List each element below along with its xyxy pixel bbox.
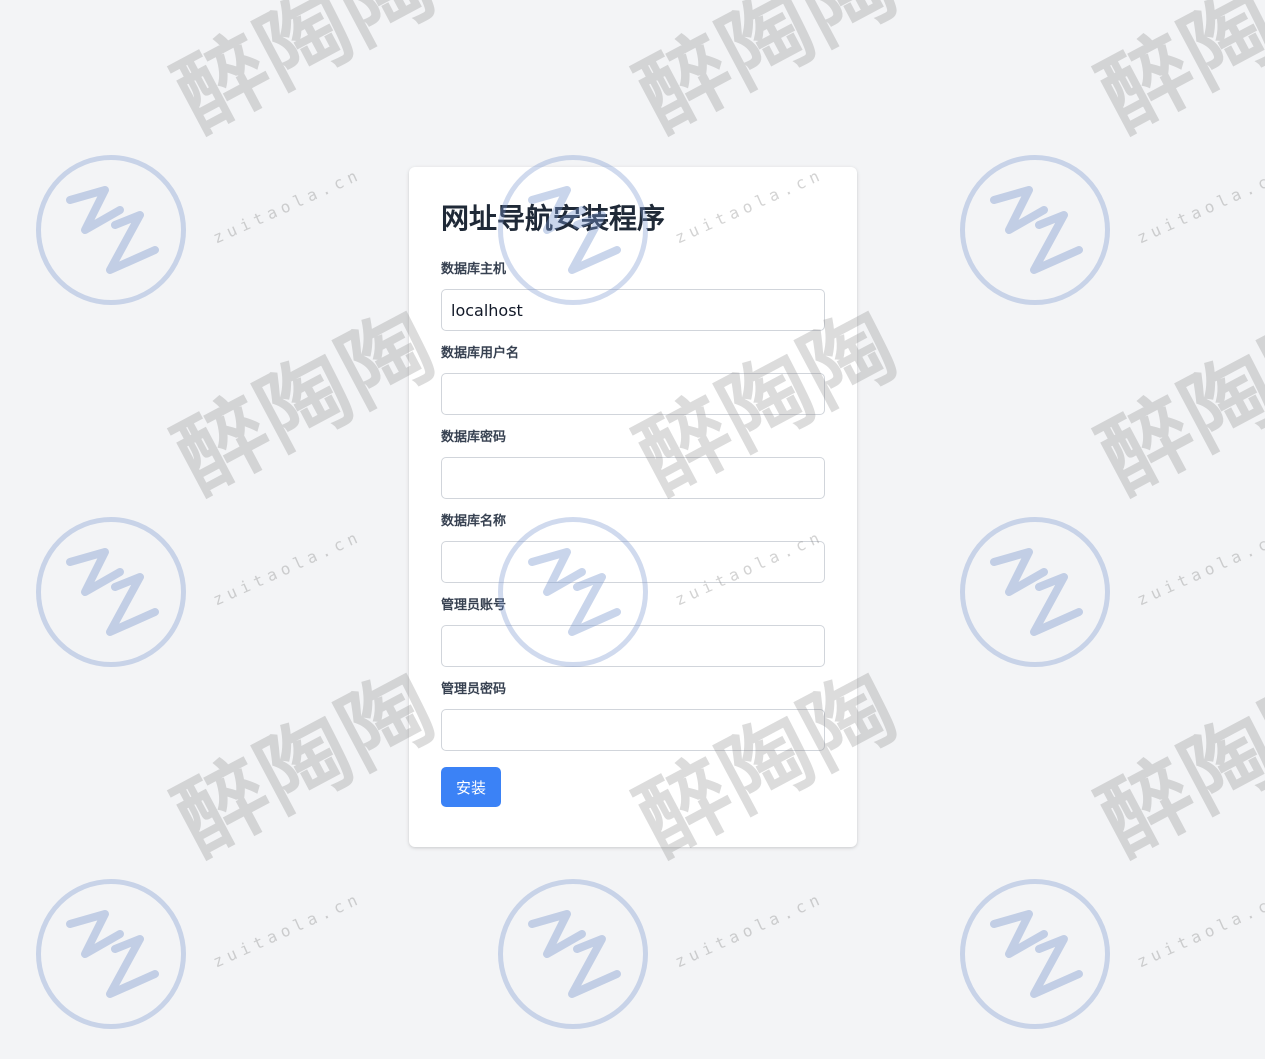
db-password-label: 数据库密码 (441, 430, 507, 445)
admin-password-label: 管理员密码 (441, 682, 507, 697)
watermark: 醉陶陶 zuitaola.cn (924, 291, 1265, 667)
watermark: 醉陶陶 zuitaola.cn (0, 0, 453, 305)
watermark-brand: 醉陶陶 (159, 0, 453, 152)
watermark: 醉陶陶 zuitaola.cn (0, 291, 453, 667)
db-user-label: 数据库用户名 (441, 346, 520, 361)
admin-account-label: 管理员账号 (441, 598, 507, 613)
field-admin-password: 管理员密码 (441, 681, 825, 751)
db-host-label: 数据库主机 (441, 262, 507, 277)
watermark-domain: zuitaola.cn (210, 164, 365, 248)
watermark-domain: zuitaola.cn (1134, 526, 1265, 610)
watermark-logo-icon (990, 548, 1083, 636)
db-name-label: 数据库名称 (441, 514, 507, 529)
field-db-host: 数据库主机 (441, 261, 825, 331)
watermark-brand: 醉陶陶 (621, 0, 915, 152)
watermark-logo-icon (990, 910, 1083, 998)
field-admin-account: 管理员账号 (441, 597, 825, 667)
field-db-user: 数据库用户名 (441, 345, 825, 415)
install-form: 数据库主机 数据库用户名 数据库密码 数据库名称 管理员账号 管理员密码 安装 (441, 261, 825, 807)
watermark-logo-icon (66, 548, 159, 636)
page-title: 网址导航安装程序 (441, 202, 666, 235)
install-button[interactable]: 安装 (441, 767, 502, 807)
install-card: 网址导航安装程序 数据库主机 数据库用户名 数据库密码 数据库名称 管理员账号 … (409, 167, 857, 847)
watermark-logo-icon (528, 910, 621, 998)
field-db-password: 数据库密码 (441, 429, 825, 499)
watermark-circle-logo (498, 879, 648, 1029)
watermark-circle-logo (960, 155, 1110, 305)
watermark-logo-icon (990, 186, 1083, 274)
watermark-domain: zuitaola.cn (210, 888, 365, 972)
watermark: 醉陶陶 zuitaola.cn (0, 653, 453, 1029)
watermark-brand: 醉陶陶 (1083, 0, 1265, 152)
db-password-input[interactable] (441, 457, 825, 499)
watermark-domain: zuitaola.cn (1134, 164, 1265, 248)
watermark-domain: zuitaola.cn (210, 526, 365, 610)
watermark-circle-logo (960, 879, 1110, 1029)
watermark-circle-logo (36, 155, 186, 305)
field-db-name: 数据库名称 (441, 513, 825, 583)
db-host-input[interactable] (441, 289, 825, 331)
watermark-circle-logo (36, 879, 186, 1029)
watermark-logo-icon (66, 186, 159, 274)
watermark-brand: 醉陶陶 (1083, 652, 1265, 876)
db-user-input[interactable] (441, 373, 825, 415)
watermark-logo-icon (66, 910, 159, 998)
watermark-circle-logo (960, 517, 1110, 667)
watermark: 醉陶陶 zuitaola.cn (924, 0, 1265, 305)
watermark-domain: zuitaola.cn (672, 888, 827, 972)
db-name-input[interactable] (441, 541, 825, 583)
admin-account-input[interactable] (441, 625, 825, 667)
admin-password-input[interactable] (441, 709, 825, 751)
watermark-circle-logo (36, 517, 186, 667)
watermark: 醉陶陶 zuitaola.cn (924, 653, 1265, 1029)
watermark-domain: zuitaola.cn (1134, 888, 1265, 972)
watermark-brand: 醉陶陶 (1083, 290, 1265, 514)
